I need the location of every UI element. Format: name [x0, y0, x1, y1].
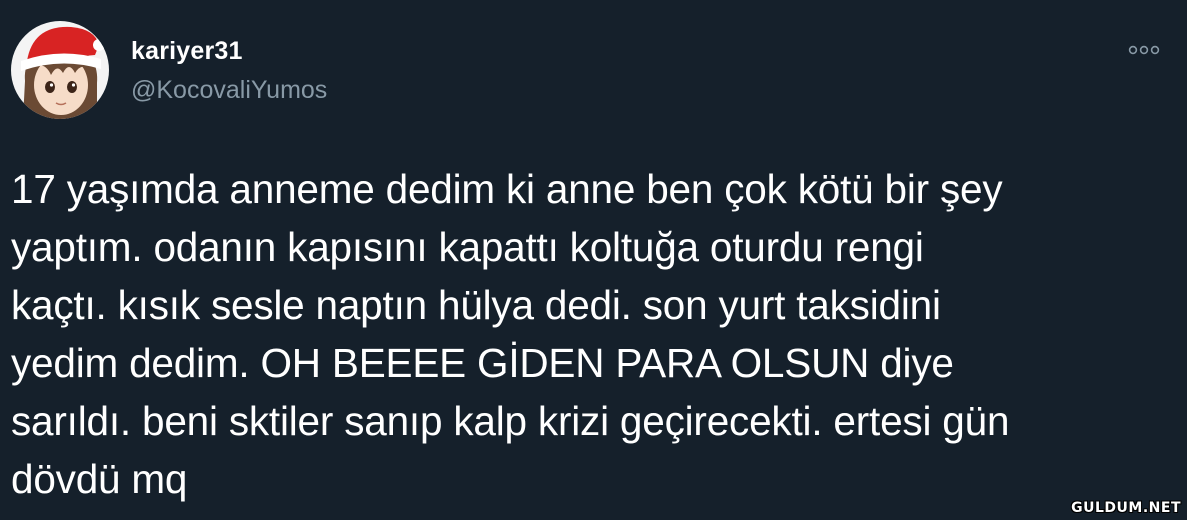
- watermark-logo: GULDUM.NET: [1071, 500, 1181, 516]
- display-name[interactable]: kariyer31: [131, 37, 243, 66]
- tweet-card: kariyer31 @KocovaliYumos 17 yaşımda anne…: [0, 0, 1187, 520]
- avatar[interactable]: [11, 21, 109, 119]
- tweet-text: 17 yaşımda anneme dedim ki anne ben çok …: [11, 166, 1010, 502]
- user-handle[interactable]: @KocovaliYumos: [131, 76, 327, 105]
- more-options-button[interactable]: [1127, 40, 1161, 60]
- more-horizontal-icon: [1128, 45, 1160, 55]
- avatar-image: [11, 21, 109, 119]
